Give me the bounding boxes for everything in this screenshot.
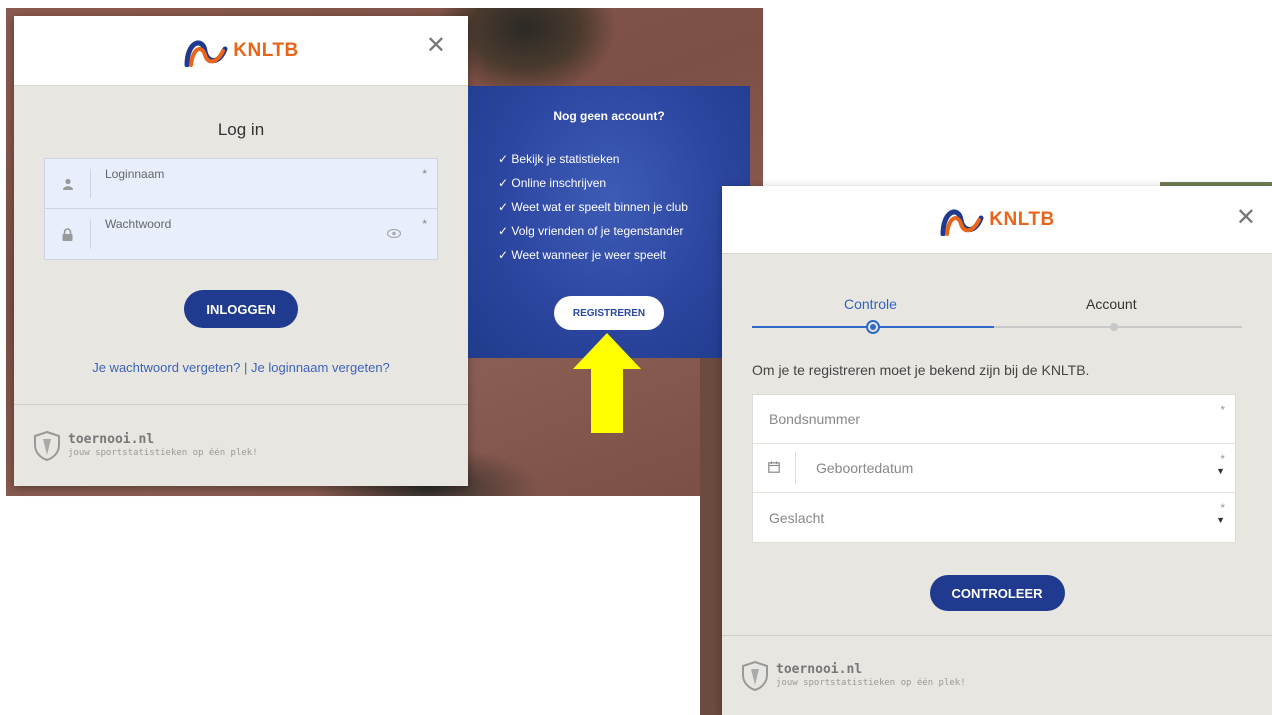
required-marker: *	[422, 217, 427, 231]
footer-brand: toernooi.nl	[776, 662, 863, 677]
benefit-item: Online inschrijven	[498, 171, 750, 195]
register-modal-footer: toernooi.nl jouw sportstatistieken op éé…	[722, 635, 1272, 715]
benefit-item: Bekijk je statistieken	[498, 147, 750, 171]
calendar-icon[interactable]	[753, 461, 795, 476]
required-marker: *	[1220, 403, 1225, 417]
composite-screenshot: KNLTB ✕ Log in Loginnaam * Wachtwoord * …	[0, 0, 1272, 715]
arrow-up-icon	[573, 333, 641, 433]
caret-down-icon[interactable]: ▼	[1216, 515, 1225, 525]
user-icon	[45, 159, 90, 208]
geboortedatum-placeholder: Geboortedatum	[816, 460, 914, 476]
shield-icon	[742, 660, 768, 691]
bondsnummer-field[interactable]: Bondsnummer *	[753, 395, 1235, 444]
step-indicator-active	[866, 320, 880, 334]
password-field[interactable]: Wachtwoord *	[45, 209, 437, 259]
login-form: Loginnaam * Wachtwoord *	[44, 158, 438, 260]
benefit-item: Weet wanneer je weer speelt	[498, 243, 750, 267]
shield-icon	[34, 430, 60, 461]
step-controle: Controle	[844, 296, 897, 312]
register-intro: Om je te registreren moet je bekend zijn…	[752, 362, 1090, 378]
register-modal: KNLTB ✕ Controle Account Om je te regist…	[722, 186, 1272, 715]
username-field[interactable]: Loginnaam *	[45, 159, 437, 209]
register-button[interactable]: REGISTREREN	[554, 296, 664, 330]
username-label: Loginnaam	[105, 167, 165, 181]
forgot-username-link[interactable]: Je loginnaam vergeten?	[251, 360, 390, 375]
registration-stepper: Controle Account	[752, 254, 1242, 336]
register-form: Bondsnummer * Geboortedatum * ▼ Geslacht…	[752, 394, 1236, 543]
knltb-logo: KNLTB	[183, 35, 298, 67]
required-marker: *	[1220, 452, 1225, 466]
benefits-list: Bekijk je statistieken Online inschrijve…	[498, 147, 750, 267]
link-separator: |	[244, 360, 248, 375]
lock-icon	[45, 209, 90, 259]
footer-brand: toernooi.nl	[68, 432, 155, 447]
benefit-item: Volg vrienden of je tegenstander	[498, 219, 750, 243]
check-button[interactable]: CONTROLEER	[929, 575, 1065, 611]
brand-name: KNLTB	[233, 39, 299, 61]
geboortedatum-field[interactable]: Geboortedatum * ▼	[753, 444, 1235, 493]
register-panel: Nog geen account? Bekijk je statistieken…	[468, 86, 750, 358]
knltb-logo-icon	[184, 40, 228, 67]
footer-tagline: jouw sportstatistieken op één plek!	[68, 448, 258, 458]
caret-down-icon[interactable]: ▼	[1216, 466, 1225, 476]
close-icon[interactable]: ✕	[426, 34, 446, 58]
forgot-links: Je wachtwoord vergeten? | Je loginnaam v…	[14, 360, 468, 375]
footer-tagline: jouw sportstatistieken op één plek!	[776, 678, 966, 688]
geslacht-field[interactable]: Geslacht * ▼	[753, 493, 1235, 542]
knltb-logo-icon	[940, 209, 984, 236]
knltb-logo: KNLTB	[939, 204, 1054, 236]
benefit-item: Weet wat er speelt binnen je club	[498, 195, 750, 219]
close-icon[interactable]: ✕	[1236, 206, 1256, 230]
show-password-icon[interactable]	[386, 227, 402, 241]
login-modal-footer: toernooi.nl jouw sportstatistieken op éé…	[14, 404, 468, 486]
password-label: Wachtwoord	[105, 217, 172, 231]
step-account: Account	[1086, 296, 1137, 312]
bondsnummer-placeholder: Bondsnummer	[769, 411, 861, 427]
required-marker: *	[1220, 501, 1225, 515]
register-panel-title: Nog geen account?	[553, 109, 665, 123]
brand-name: KNLTB	[989, 208, 1055, 230]
login-modal: KNLTB ✕ Log in Loginnaam * Wachtwoord * …	[14, 16, 468, 486]
forgot-password-link[interactable]: Je wachtwoord vergeten?	[92, 360, 240, 375]
page-title: Log in	[217, 120, 265, 139]
geslacht-placeholder: Geslacht	[769, 509, 825, 526]
required-marker: *	[422, 167, 427, 181]
register-modal-header: KNLTB ✕	[722, 186, 1272, 254]
login-button[interactable]: INLOGGEN	[184, 290, 298, 328]
step-indicator	[1110, 323, 1118, 331]
login-modal-header: KNLTB ✕	[14, 16, 468, 86]
